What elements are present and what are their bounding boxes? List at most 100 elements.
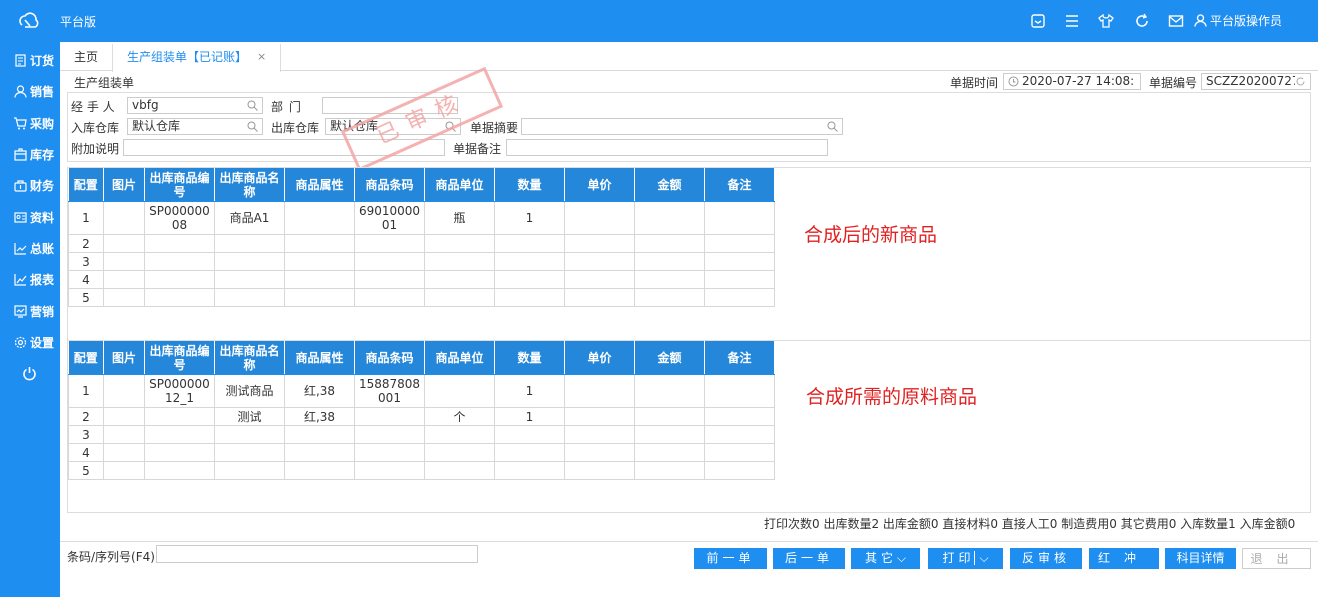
- table-cell[interactable]: [424, 425, 495, 444]
- table-cell[interactable]: 个: [424, 407, 495, 426]
- table-row[interactable]: 1 SP00000008 商品A1 6901000001 瓶 1: [68, 201, 775, 235]
- close-icon[interactable]: ×: [257, 44, 266, 72]
- sidebar-item-sales[interactable]: 销售: [0, 76, 60, 107]
- table-cell[interactable]: 1: [68, 201, 104, 235]
- sidebar-item-order[interactable]: 订货: [0, 45, 60, 76]
- message-box-icon[interactable]: [1030, 13, 1046, 29]
- table-cell[interactable]: [634, 407, 705, 426]
- table-cell[interactable]: [103, 407, 145, 426]
- column-header[interactable]: 数量: [494, 341, 565, 374]
- table-cell[interactable]: [564, 201, 635, 235]
- table-row[interactable]: 1 SP00000012_1 测试商品 红,38 15887808001 1: [68, 374, 775, 408]
- table-cell[interactable]: [704, 461, 775, 480]
- sidebar-item-ledger[interactable]: 总账: [0, 233, 60, 264]
- table-cell[interactable]: [354, 252, 425, 271]
- table-cell[interactable]: [214, 234, 285, 253]
- column-header[interactable]: 数量: [494, 168, 565, 201]
- table-cell[interactable]: [214, 461, 285, 480]
- table-cell[interactable]: [354, 425, 425, 444]
- table-cell[interactable]: 4: [68, 270, 104, 289]
- chevron-down-icon[interactable]: ⌵: [974, 551, 989, 565]
- tab-home[interactable]: 主页: [60, 44, 112, 71]
- table-cell[interactable]: [494, 461, 565, 480]
- doc-no-field[interactable]: SCZZ20200727: [1201, 73, 1311, 90]
- table-cell[interactable]: [424, 288, 495, 307]
- table-cell[interactable]: [424, 374, 495, 408]
- table-cell[interactable]: [704, 201, 775, 235]
- table-cell[interactable]: [214, 288, 285, 307]
- table-cell[interactable]: [564, 252, 635, 271]
- column-header[interactable]: 备注: [704, 168, 775, 201]
- table-cell[interactable]: [144, 252, 215, 271]
- column-header[interactable]: 配置: [68, 341, 104, 374]
- user-menu[interactable]: 平台版操作员: [1194, 12, 1282, 29]
- table-cell[interactable]: 1: [494, 407, 565, 426]
- column-header[interactable]: 金额: [634, 168, 705, 201]
- table-cell[interactable]: [494, 288, 565, 307]
- table-cell[interactable]: [284, 288, 355, 307]
- table-cell[interactable]: [424, 234, 495, 253]
- date-field[interactable]: 2020-07-27 14:08:: [1003, 73, 1141, 90]
- table-cell[interactable]: [494, 270, 565, 289]
- table-row[interactable]: 2 测试 红,38 个 1: [68, 407, 775, 426]
- table-cell[interactable]: [144, 425, 215, 444]
- table-cell[interactable]: 1: [494, 374, 565, 408]
- sidebar-item-data[interactable]: 资料: [0, 201, 60, 232]
- table-cell[interactable]: [634, 461, 705, 480]
- table-cell[interactable]: [354, 443, 425, 462]
- sidebar-item-finance[interactable]: 财务: [0, 170, 60, 201]
- table-cell[interactable]: [704, 407, 775, 426]
- search-icon[interactable]: [827, 121, 838, 132]
- table-cell[interactable]: [704, 425, 775, 444]
- next-order-button[interactable]: 后一单: [773, 548, 845, 569]
- table-cell[interactable]: [103, 252, 145, 271]
- sidebar-item-inventory[interactable]: 库存: [0, 139, 60, 170]
- table-cell[interactable]: [284, 252, 355, 271]
- shirt-theme-icon[interactable]: [1098, 13, 1114, 29]
- table-cell[interactable]: [634, 425, 705, 444]
- table-cell[interactable]: [704, 443, 775, 462]
- column-header[interactable]: 出库商品名称: [214, 341, 285, 374]
- table-cell[interactable]: 瓶: [424, 201, 495, 235]
- column-header[interactable]: 出库商品编号: [144, 341, 215, 374]
- column-header[interactable]: 商品属性: [284, 341, 355, 374]
- table-cell[interactable]: [103, 234, 145, 253]
- table-cell[interactable]: [424, 443, 495, 462]
- table-cell[interactable]: [704, 288, 775, 307]
- table-cell[interactable]: 15887808001: [354, 374, 425, 408]
- table-cell[interactable]: [144, 288, 215, 307]
- table-cell[interactable]: 2: [68, 407, 104, 426]
- column-header[interactable]: 商品单位: [424, 168, 495, 201]
- sidebar-item-report[interactable]: 报表: [0, 264, 60, 295]
- table-cell[interactable]: [284, 425, 355, 444]
- refresh-icon[interactable]: [1134, 13, 1150, 29]
- table-cell[interactable]: [103, 374, 145, 408]
- refresh-icon[interactable]: [1295, 76, 1306, 87]
- table-cell[interactable]: [564, 461, 635, 480]
- table-cell[interactable]: [564, 443, 635, 462]
- table-cell[interactable]: [284, 234, 355, 253]
- table-cell[interactable]: [634, 270, 705, 289]
- other-dropdown-button[interactable]: 其它⌵: [851, 548, 920, 569]
- sidebar-item-marketing[interactable]: 营销: [0, 295, 60, 326]
- table-cell[interactable]: 4: [68, 443, 104, 462]
- table-cell[interactable]: 红,38: [284, 374, 355, 408]
- table-cell[interactable]: [354, 407, 425, 426]
- table-cell[interactable]: [564, 234, 635, 253]
- table-cell[interactable]: [103, 425, 145, 444]
- in-warehouse-field[interactable]: 默认仓库: [127, 118, 263, 135]
- sidebar-item-settings[interactable]: 设置: [0, 327, 60, 358]
- column-header[interactable]: 图片: [103, 341, 145, 374]
- column-header[interactable]: 商品属性: [284, 168, 355, 201]
- table-cell[interactable]: [103, 270, 145, 289]
- print-button[interactable]: 打印 ⌵: [928, 548, 1003, 569]
- mail-icon[interactable]: [1168, 13, 1184, 29]
- table-row[interactable]: 3: [68, 425, 775, 444]
- table-cell[interactable]: [564, 425, 635, 444]
- table-cell[interactable]: [354, 288, 425, 307]
- table-cell[interactable]: [354, 461, 425, 480]
- table-cell[interactable]: [214, 270, 285, 289]
- table-cell[interactable]: [354, 234, 425, 253]
- remark-field[interactable]: [506, 139, 828, 156]
- column-header[interactable]: 单价: [564, 168, 635, 201]
